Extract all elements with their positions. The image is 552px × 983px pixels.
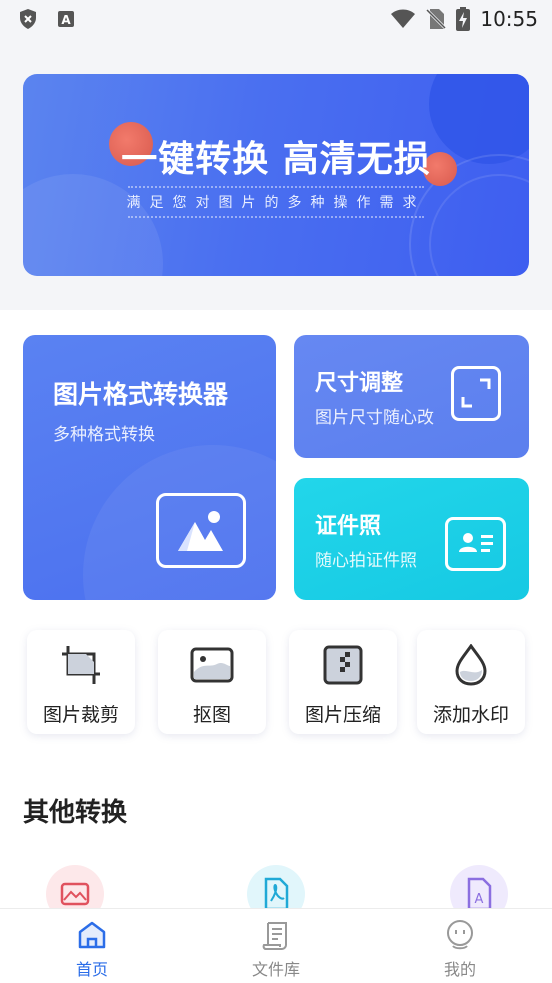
tool-watermark-label: 添加水印	[432, 704, 509, 726]
tool-watermark[interactable]: 添加水印	[417, 630, 525, 734]
compress-icon	[323, 645, 363, 685]
tool-crop[interactable]: 图片裁剪	[27, 630, 135, 734]
battery-charging-icon	[456, 7, 471, 31]
status-time: 10:55	[480, 7, 538, 31]
status-left: A	[18, 8, 76, 30]
status-bar: A 10:55	[0, 0, 552, 38]
id-photo-subtitle: 随心拍证件照	[315, 551, 417, 571]
watermark-drop-icon	[455, 644, 487, 686]
svg-text:A: A	[475, 892, 484, 907]
main-content: 图片格式转换器 多种格式转换 尺寸调整 图片尺寸随心改 证件照 随心拍证件照 图…	[0, 310, 552, 923]
id-card-icon	[445, 517, 506, 571]
resize-subtitle: 图片尺寸随心改	[315, 408, 434, 428]
a-icon: A	[58, 11, 74, 27]
no-sim-icon	[426, 8, 447, 30]
tool-cutout-label: 抠图	[192, 704, 231, 726]
home-icon	[78, 921, 106, 949]
crop-icon	[62, 646, 100, 684]
svg-text:A: A	[61, 13, 71, 27]
banner-title: 一键转换 高清无损	[121, 139, 431, 180]
banner-area: 一键转换 高清无损 满足您对图片的多种操作需求	[0, 38, 552, 310]
wifi-icon	[391, 9, 416, 28]
other-conversions-title: 其他转换	[23, 798, 128, 828]
nav-profile-label: 我的	[443, 960, 476, 979]
file-library-icon	[262, 922, 287, 950]
id-photo-card[interactable]: 证件照 随心拍证件照	[294, 478, 529, 600]
id-photo-title: 证件照	[315, 514, 382, 539]
format-converter-card[interactable]: 图片格式转换器 多种格式转换	[23, 335, 276, 600]
banner-subtitle: 满足您对图片的多种操作需求	[126, 195, 426, 211]
image-icon	[156, 493, 246, 568]
banner-divider	[128, 216, 424, 218]
format-converter-title: 图片格式转换器	[53, 380, 229, 409]
nav-file-library-label: 文件库	[251, 960, 300, 979]
promo-banner[interactable]: 一键转换 高清无损 满足您对图片的多种操作需求	[23, 74, 529, 276]
bottom-nav: 首页 文件库 我的	[0, 908, 552, 983]
cutout-image-icon	[190, 647, 234, 683]
tool-cutout[interactable]: 抠图	[158, 630, 266, 734]
resize-frame-icon	[451, 366, 501, 421]
tool-compress[interactable]: 图片压缩	[289, 630, 397, 734]
tool-crop-label: 图片裁剪	[42, 704, 119, 726]
tool-compress-label: 图片压缩	[304, 704, 381, 726]
format-converter-subtitle: 多种格式转换	[53, 425, 155, 445]
nav-file-library[interactable]: 文件库	[221, 909, 331, 983]
profile-icon	[447, 920, 473, 950]
resize-card[interactable]: 尺寸调整 图片尺寸随心改	[294, 335, 529, 458]
nav-home-label: 首页	[75, 960, 108, 979]
status-right: 10:55	[390, 7, 538, 31]
banner-divider	[128, 186, 424, 188]
nav-home[interactable]: 首页	[37, 909, 147, 983]
shield-x-icon	[20, 9, 36, 29]
banner-decor-blob	[23, 174, 163, 276]
resize-title: 尺寸调整	[315, 371, 404, 396]
nav-profile[interactable]: 我的	[405, 909, 515, 983]
